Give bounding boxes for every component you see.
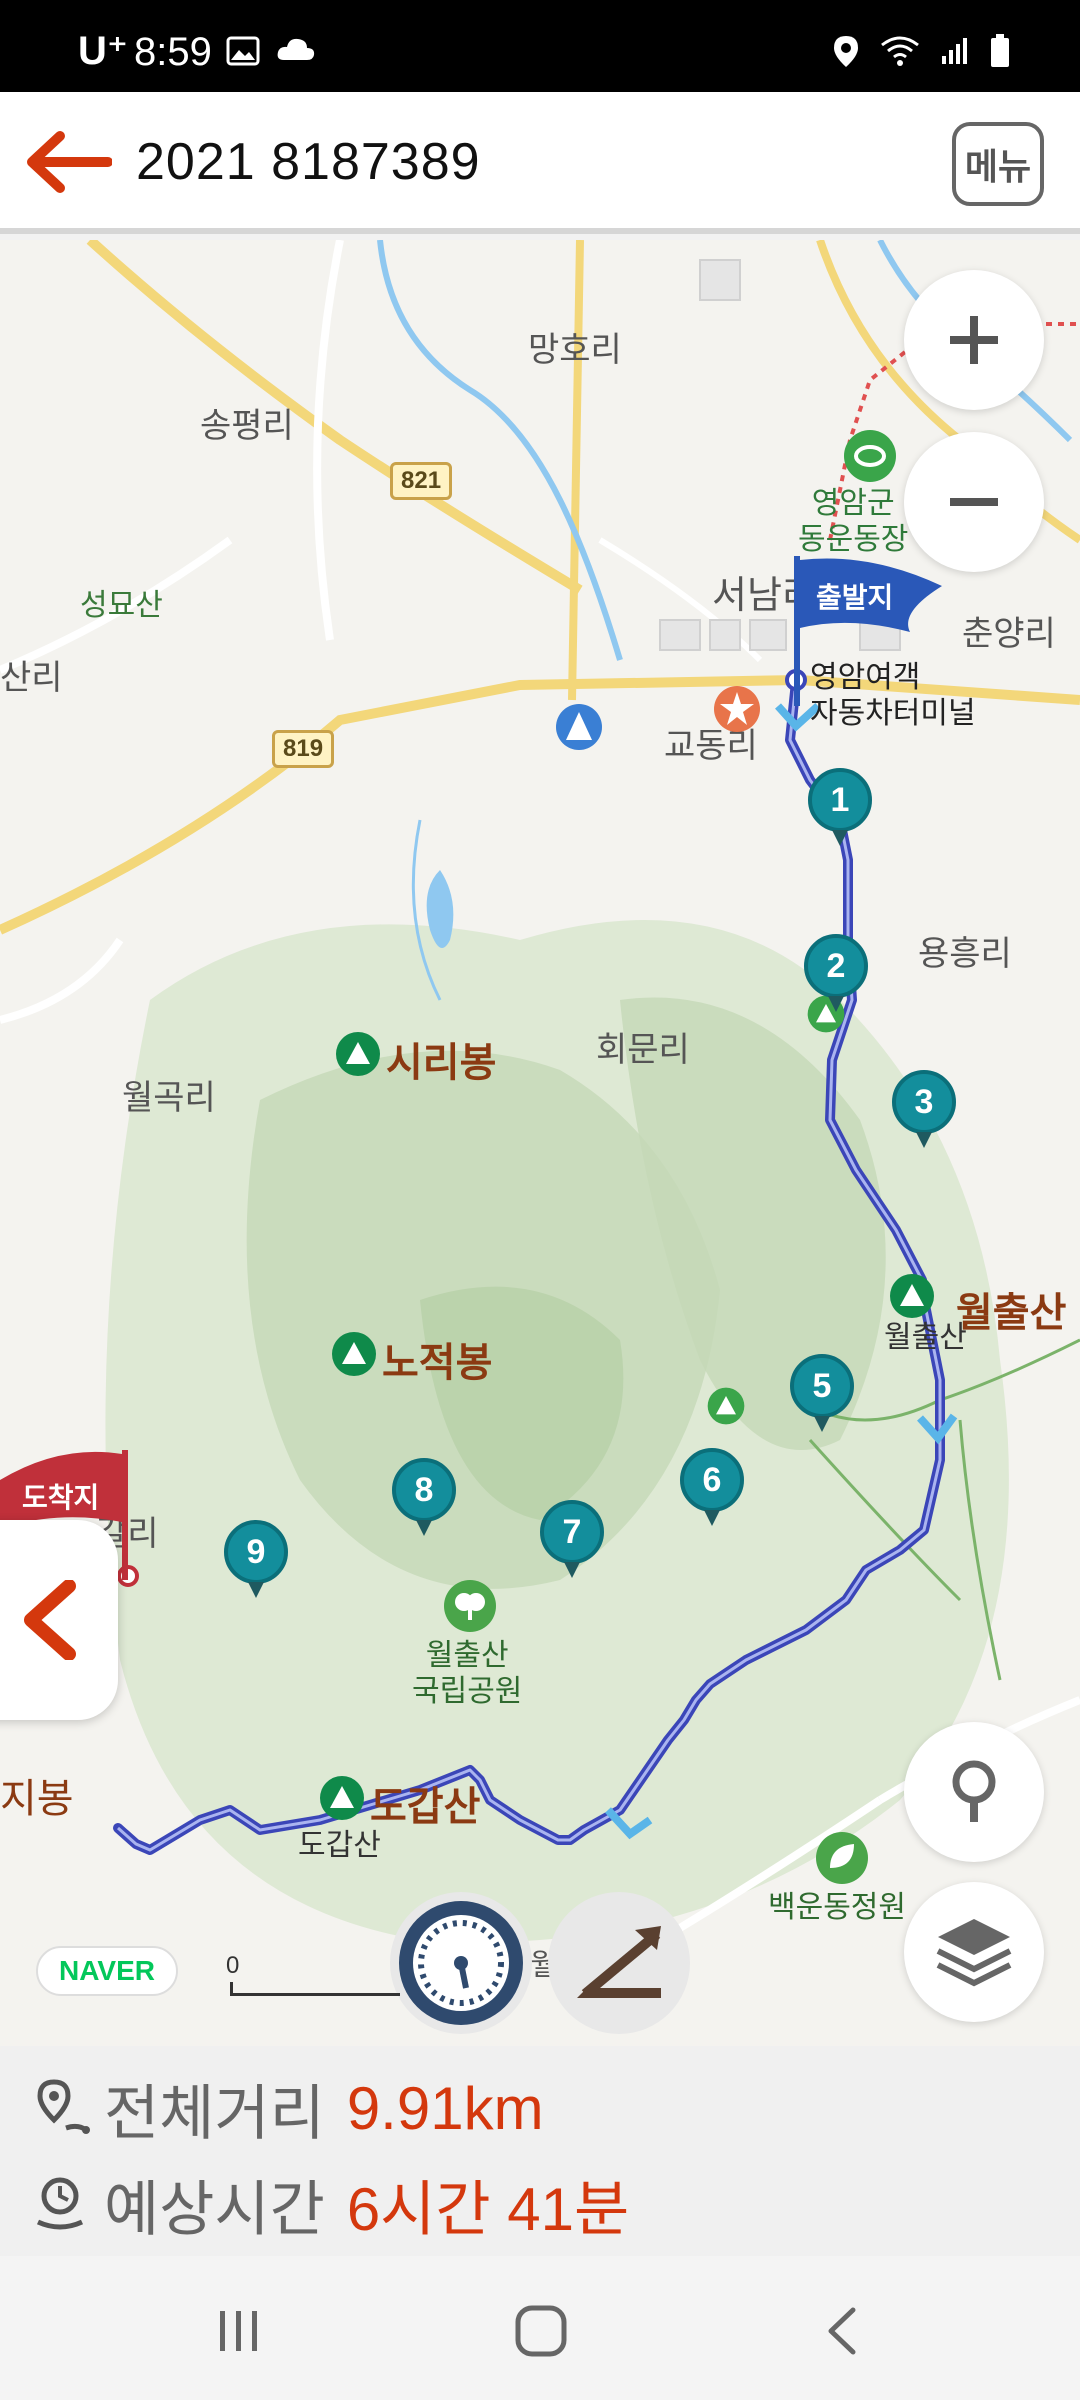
location-pin-icon xyxy=(952,1760,996,1822)
carrier-label: U⁺ xyxy=(78,29,128,73)
clock: 8:59 xyxy=(134,30,212,74)
place-label: 월곡리 xyxy=(122,1079,216,1117)
place-label: 춘양리 xyxy=(962,615,1056,653)
map-view[interactable]: 821 819 망호리 송평리 성묘산 산리 서남리 교동리 춘양리 용흥리 회… xyxy=(0,240,1080,2046)
distance-row: 전체거리 9.91km xyxy=(32,2068,544,2148)
mountain-icon[interactable] xyxy=(330,1330,378,1378)
page-title: 2021 8187389 xyxy=(136,133,481,191)
time-row: 예상시간 6시간 41분 xyxy=(32,2164,629,2244)
waypoint-marker[interactable]: 7 xyxy=(540,1500,604,1580)
waypoint-marker[interactable]: 1 xyxy=(808,768,872,848)
minus-icon xyxy=(950,498,998,506)
place-label: 송평리 xyxy=(200,407,294,445)
time-label: 예상시간 xyxy=(104,2175,325,2243)
system-nav-bar xyxy=(0,2256,1080,2400)
mountain-icon[interactable] xyxy=(318,1774,366,1822)
place-label: 회문리 xyxy=(596,1031,690,1069)
speedometer-icon xyxy=(399,1901,523,2025)
time-value: 6시간 41분 xyxy=(346,2175,630,2243)
zoom-in-button[interactable] xyxy=(904,270,1044,410)
start-flag[interactable]: 출발지 xyxy=(790,556,950,706)
poi-label: 월출산 xyxy=(884,1321,967,1354)
panel-toggle-button[interactable] xyxy=(0,1520,118,1720)
place-label: 용흥리 xyxy=(918,935,1012,973)
mountain-label: 월출산 xyxy=(956,1291,1067,1335)
distance-label: 전체거리 xyxy=(104,2079,325,2147)
waypoint-marker[interactable]: 3 xyxy=(892,1070,956,1150)
home-button[interactable] xyxy=(496,2286,586,2376)
place-label: 성묘산 xyxy=(80,589,163,622)
poi-label: 백운동정원 xyxy=(768,1891,906,1924)
elevation-button[interactable] xyxy=(548,1892,690,2034)
waypoint-marker[interactable]: 2 xyxy=(804,934,868,1014)
app-header: 2021 8187389 메뉴 xyxy=(0,92,1080,234)
place-label: 망호리 xyxy=(528,331,622,369)
signal-icon xyxy=(942,38,967,64)
recent-apps-icon xyxy=(220,2311,257,2351)
stadium-icon[interactable] xyxy=(842,428,898,484)
start-flag-label: 출발지 xyxy=(816,582,894,613)
route-info-panel: 전체거리 9.91km 예상시간 6시간 41분 xyxy=(0,2046,1080,2256)
poi-label: 월출산 국립공원 xyxy=(412,1639,523,1708)
menu-button[interactable]: 메뉴 xyxy=(952,122,1044,206)
cloud-icon xyxy=(277,38,315,60)
place-label: 산리 xyxy=(0,659,63,697)
layers-icon xyxy=(936,1919,1012,1987)
distance-pin-icon xyxy=(37,2079,90,2134)
waypoint-marker[interactable]: 9 xyxy=(224,1520,288,1600)
road-shield-819: 819 xyxy=(272,730,335,768)
time-pin-icon xyxy=(36,2177,84,2230)
place-label: 지봉 xyxy=(0,1777,74,1821)
elevation-icon xyxy=(577,1926,661,1998)
scale-bar xyxy=(230,1982,400,1996)
scale-label: 0 xyxy=(226,1952,240,1979)
back-icon xyxy=(828,2307,856,2355)
garden-icon[interactable] xyxy=(814,1830,870,1886)
wifi-icon xyxy=(881,36,919,66)
battery-icon xyxy=(991,34,1009,67)
campground-icon[interactable] xyxy=(554,702,604,752)
mountain-icon[interactable] xyxy=(334,1030,382,1078)
plus-icon xyxy=(950,316,998,364)
image-icon xyxy=(226,36,260,66)
waypoint-marker[interactable]: 5 xyxy=(790,1354,854,1434)
back-arrow-icon[interactable] xyxy=(22,130,112,194)
recent-apps-button[interactable] xyxy=(194,2286,284,2376)
my-location-button[interactable] xyxy=(904,1722,1044,1862)
speedometer-button[interactable] xyxy=(390,1892,532,2034)
poi-label: 도갑산 xyxy=(298,1829,381,1862)
home-icon xyxy=(515,2305,567,2357)
waypoint-marker[interactable]: 8 xyxy=(392,1458,456,1538)
mountain-label: 도갑산 xyxy=(370,1785,481,1829)
mountain-icon[interactable] xyxy=(888,1272,936,1320)
end-flag-label: 도착지 xyxy=(22,1482,100,1513)
poi-label: 영암군 동운동장 xyxy=(798,487,909,556)
park-icon[interactable] xyxy=(442,1578,498,1634)
waypoint-marker[interactable]: 6 xyxy=(680,1448,744,1528)
mountain-icon[interactable] xyxy=(706,1386,746,1426)
attraction-icon[interactable] xyxy=(712,684,762,734)
location-icon xyxy=(834,36,858,67)
chevron-left-icon xyxy=(24,1580,76,1660)
distance-value: 9.91km xyxy=(346,2074,544,2142)
back-button[interactable] xyxy=(796,2286,886,2376)
road-shield-821: 821 xyxy=(390,462,453,500)
mountain-label: 시리봉 xyxy=(386,1041,497,1085)
layers-button[interactable] xyxy=(904,1882,1044,2022)
status-bar: U⁺ 8:59 xyxy=(0,0,1080,92)
naver-logo: NAVER xyxy=(36,1946,178,1996)
mountain-label: 노적봉 xyxy=(382,1341,493,1385)
zoom-out-button[interactable] xyxy=(904,432,1044,572)
